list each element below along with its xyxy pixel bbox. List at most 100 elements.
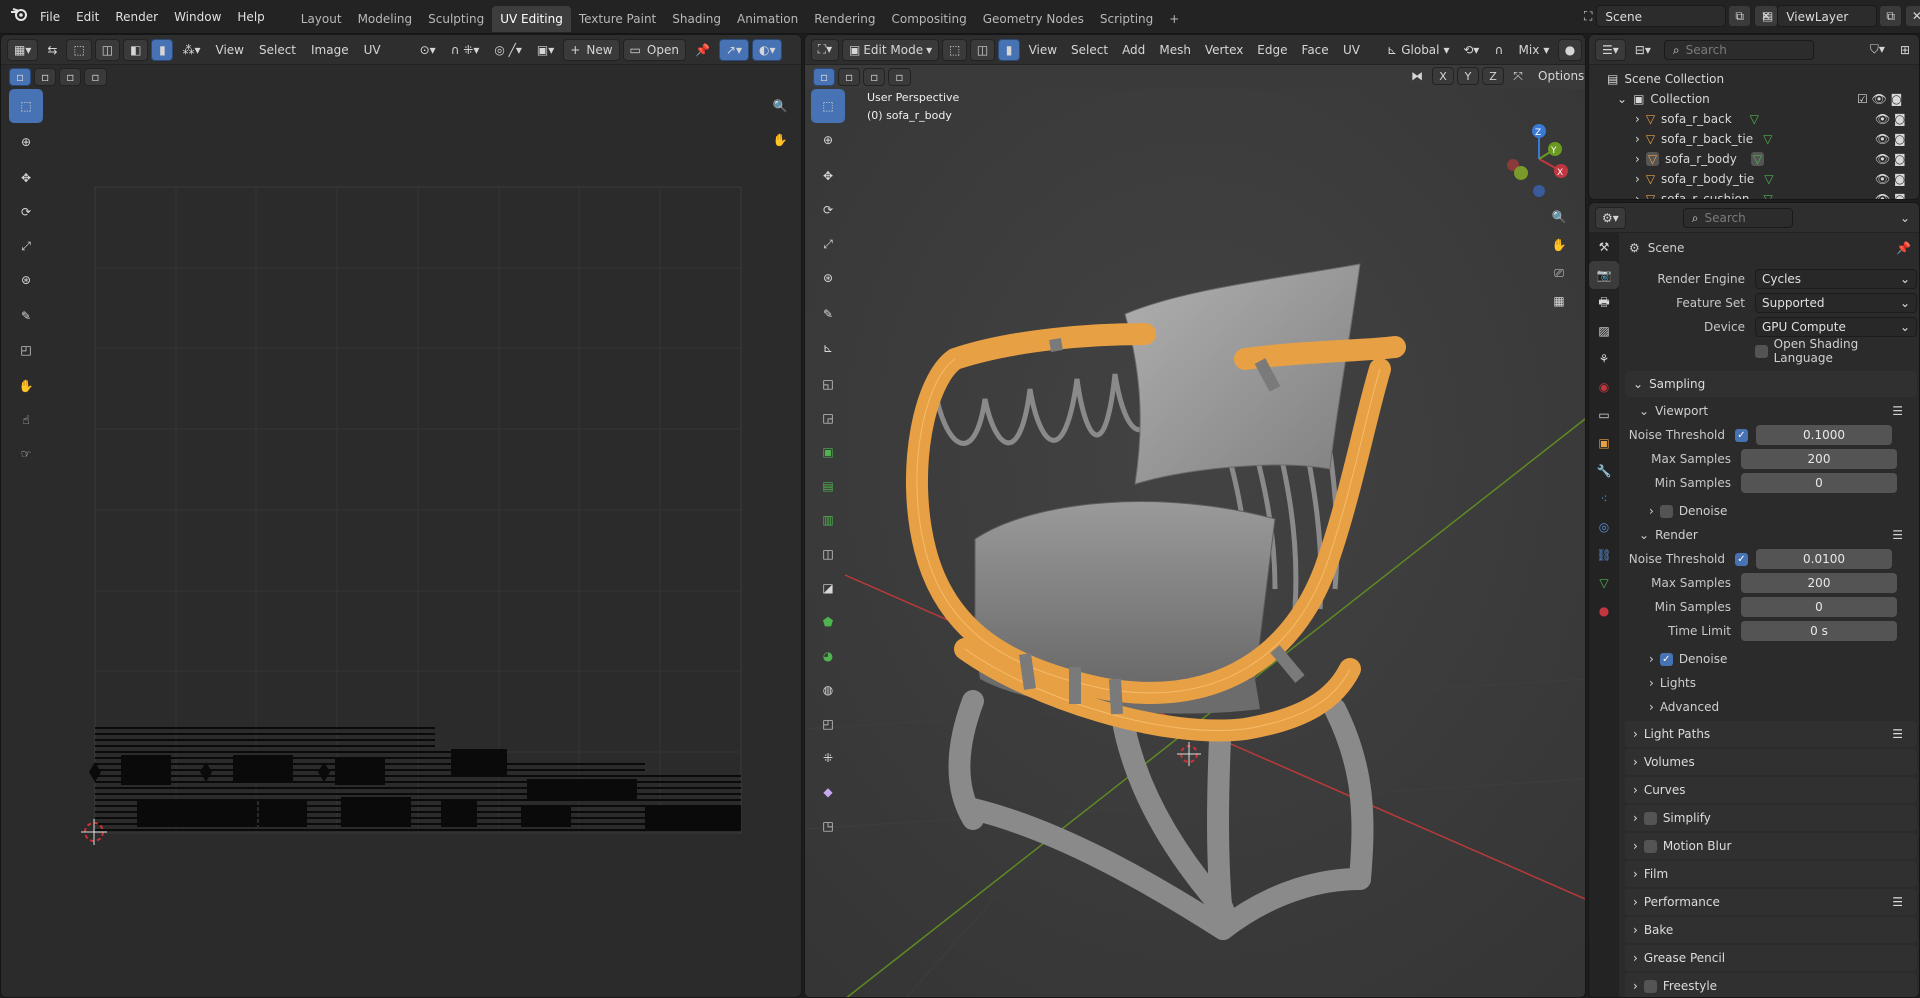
- uv-face-select-icon[interactable]: ◧: [123, 38, 149, 61]
- tab-sculpting[interactable]: Sculpting: [420, 6, 492, 32]
- list-icon[interactable]: ☰: [1892, 895, 1903, 909]
- tab-animation[interactable]: Animation: [729, 6, 806, 32]
- add-cube-icon[interactable]: ◱: [811, 367, 845, 401]
- new-collection-icon[interactable]: ⊞: [1894, 39, 1916, 61]
- vp-select-box-icon[interactable]: ⬚: [811, 89, 845, 123]
- vp-noise-threshold-field[interactable]: 0.1000: [1756, 425, 1892, 445]
- data-tab-icon[interactable]: ▽: [1589, 569, 1619, 597]
- extrude-icon[interactable]: ▣: [811, 435, 845, 469]
- motion-blur-panel[interactable]: › Motion Blur: [1625, 833, 1917, 859]
- sampling-panel-header[interactable]: ⌄ Sampling: [1625, 371, 1917, 397]
- r-max-samples-field[interactable]: 200: [1741, 573, 1897, 593]
- vp-menu-add[interactable]: Add: [1116, 39, 1150, 61]
- smooth-icon[interactable]: ◍: [811, 673, 845, 707]
- vp-annotate-icon[interactable]: ✎: [811, 297, 845, 331]
- world-tab-icon[interactable]: ◉: [1589, 373, 1619, 401]
- outliner-item[interactable]: › ▽ sofa_r_body_tie ▽ 👁 ◙: [1607, 169, 1919, 189]
- open-image-button[interactable]: ▭ Open: [622, 38, 686, 61]
- auto-merge-icon[interactable]: ⤧: [1507, 67, 1529, 85]
- mirror-icon[interactable]: ⧓: [1405, 67, 1429, 85]
- vp-noise-threshold-checkbox[interactable]: ✓: [1735, 428, 1748, 442]
- simplify-checkbox[interactable]: [1643, 811, 1657, 825]
- visibility-icons[interactable]: 👁 ◙: [1875, 132, 1906, 146]
- vp-menu-edge[interactable]: Edge: [1252, 39, 1293, 61]
- tab-layout[interactable]: Layout: [293, 6, 350, 32]
- menu-render[interactable]: Render: [107, 0, 166, 34]
- vp-select-extend-icon[interactable]: ▫: [838, 68, 861, 86]
- ortho-toggle-icon[interactable]: ▦: [1545, 287, 1573, 315]
- bevel-icon[interactable]: ▥: [811, 503, 845, 537]
- outliner-search[interactable]: ⌕ Search: [1663, 39, 1814, 60]
- measure-icon[interactable]: ⊾: [811, 331, 845, 365]
- visibility-icons[interactable]: 👁 ◙: [1875, 112, 1906, 126]
- r-noise-threshold-field[interactable]: 0.0100: [1756, 549, 1892, 569]
- tab-texture-paint[interactable]: Texture Paint: [571, 6, 664, 32]
- menu-window[interactable]: Window: [166, 0, 229, 34]
- tab-geometry-nodes[interactable]: Geometry Nodes: [975, 6, 1092, 32]
- select-box-extend-icon[interactable]: ▫: [34, 68, 57, 86]
- filter-icon[interactable]: ⛉▾: [1864, 39, 1891, 61]
- add-workspace-button[interactable]: +: [1161, 6, 1187, 32]
- shear-icon[interactable]: ◆: [811, 775, 845, 809]
- delete-view-layer-button[interactable]: ✕: [1904, 5, 1920, 27]
- vp-menu-uv[interactable]: UV: [1337, 39, 1365, 61]
- constraints-tab-icon[interactable]: ⛓: [1589, 541, 1619, 569]
- properties-search[interactable]: ⌕ Search: [1682, 207, 1793, 228]
- pivot-icon[interactable]: ⊙▾: [414, 39, 442, 61]
- vp-rotate-icon[interactable]: ⟳: [811, 193, 845, 227]
- r-time-limit-field[interactable]: 0 s: [1741, 621, 1897, 641]
- simplify-panel[interactable]: › Simplify: [1625, 805, 1917, 831]
- select-box-intersect-icon[interactable]: ▫: [84, 68, 107, 86]
- feature-set-dropdown[interactable]: Supported ⌄: [1755, 293, 1917, 313]
- blender-logo-icon[interactable]: [0, 0, 32, 34]
- render-tab-icon[interactable]: 📷: [1589, 261, 1619, 289]
- pivot-point-icon[interactable]: ⟲▾: [1458, 39, 1486, 61]
- scene-selector[interactable]: Scene: [1596, 5, 1727, 27]
- viewport-editor-type-icon[interactable]: ⛶▾: [811, 38, 839, 61]
- snap-toggle-icon[interactable]: ∩: [1488, 39, 1510, 61]
- vp-scale-icon[interactable]: ⤢: [811, 227, 845, 261]
- shrink-fatten-icon[interactable]: ⁜: [811, 741, 845, 775]
- face-select-icon[interactable]: ▮: [998, 38, 1021, 61]
- uv-vertex-select-icon[interactable]: ⬚: [66, 38, 92, 61]
- loop-cut-icon[interactable]: ◫: [811, 537, 845, 571]
- mirror-y-button[interactable]: Y: [1457, 67, 1479, 85]
- uv-canvas[interactable]: [1, 89, 801, 859]
- menu-help[interactable]: Help: [229, 0, 272, 34]
- collection-row[interactable]: ⌄ ▣ Collection ☑ 👁 ◙: [1607, 89, 1919, 109]
- grease-pencil-panel[interactable]: › Grease Pencil: [1625, 945, 1917, 971]
- performance-panel[interactable]: › Performance ☰: [1625, 889, 1917, 915]
- spin-icon[interactable]: ◕: [811, 639, 845, 673]
- tab-rendering[interactable]: Rendering: [806, 6, 883, 32]
- vp-min-samples-field[interactable]: 0: [1741, 473, 1897, 493]
- freestyle-checkbox[interactable]: [1643, 979, 1657, 993]
- new-scene-button[interactable]: ⧉: [1728, 5, 1751, 27]
- tab-modeling[interactable]: Modeling: [350, 6, 421, 32]
- uv-menu-view[interactable]: View: [210, 39, 250, 61]
- uv-menu-uv[interactable]: UV: [358, 39, 387, 61]
- vp-menu-face[interactable]: Face: [1296, 39, 1334, 61]
- curves-panel[interactable]: › Curves: [1625, 777, 1917, 803]
- modifier-tab-icon[interactable]: 🔧: [1589, 457, 1619, 485]
- sticky-select-icon[interactable]: ⁂▾: [176, 39, 206, 61]
- collection-tab-icon[interactable]: ▭: [1589, 401, 1619, 429]
- editor-type-icon[interactable]: ▦▾: [7, 38, 39, 61]
- vp-max-samples-field[interactable]: 200: [1741, 449, 1897, 469]
- viewport-subpanel-header[interactable]: ⌄ Viewport ☰: [1625, 399, 1917, 423]
- r-min-samples-field[interactable]: 0: [1741, 597, 1897, 617]
- outliner-item[interactable]: › ▽ sofa_r_cushion ▽ 👁 ◙: [1607, 189, 1919, 199]
- vp-menu-select[interactable]: Select: [1066, 39, 1114, 61]
- properties-editor-type-icon[interactable]: ⚙▾: [1595, 206, 1626, 229]
- outliner-editor-type-icon[interactable]: ☰▾: [1595, 38, 1626, 61]
- vp-select-intersect-icon[interactable]: ▫: [888, 68, 911, 86]
- mirror-z-button[interactable]: Z: [1482, 67, 1504, 85]
- select-box-new-icon[interactable]: ▫: [9, 68, 32, 86]
- vp-menu-vertex[interactable]: Vertex: [1199, 39, 1248, 61]
- light-paths-panel[interactable]: › Light Paths ☰: [1625, 721, 1917, 747]
- zoom-view-icon[interactable]: 🔍: [1545, 203, 1573, 231]
- volumes-panel[interactable]: › Volumes: [1625, 749, 1917, 775]
- visibility-icons[interactable]: 👁 ◙: [1875, 152, 1906, 166]
- vp-menu-view[interactable]: View: [1023, 39, 1063, 61]
- edge-slide-icon[interactable]: ◰: [811, 707, 845, 741]
- proportional-edit-icon[interactable]: ●: [1557, 38, 1582, 61]
